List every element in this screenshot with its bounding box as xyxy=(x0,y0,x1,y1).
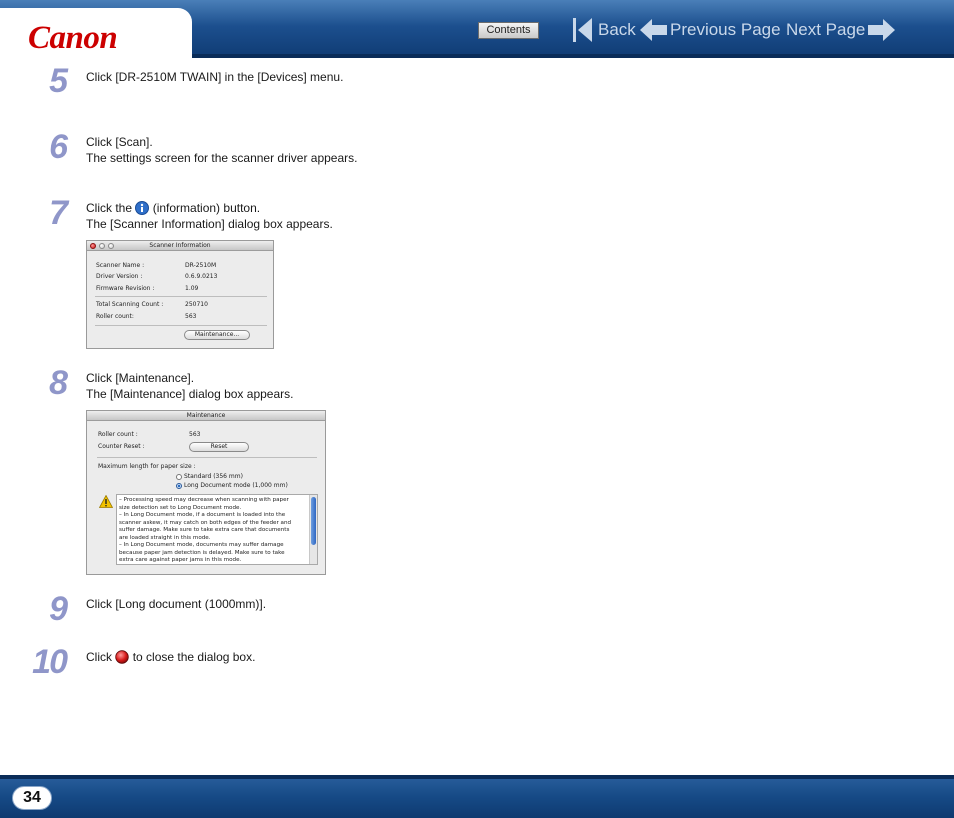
next-arrow-icon xyxy=(868,19,896,41)
info-label: Total Scanning Count : xyxy=(96,301,164,308)
scanner-information-dialog: Scanner Information Scanner Name : DR-25… xyxy=(86,240,274,349)
step-text: Click [Maintenance]. The [Maintenance] d… xyxy=(86,370,293,402)
divider xyxy=(95,325,267,326)
roller-count-label: Roller count : xyxy=(98,431,138,438)
warning-line: size detection set to Long Document mode… xyxy=(119,504,242,511)
standard-radio[interactable]: Standard (356 mm) xyxy=(176,473,243,481)
window-controls xyxy=(90,243,114,249)
step-text: Click the (information) button. The [Sca… xyxy=(86,200,333,232)
warning-line: extra care against paper jams in this mo… xyxy=(119,557,242,563)
step-line-end: (information) button. xyxy=(152,201,261,215)
footer-bar: 34 xyxy=(0,775,954,818)
divider xyxy=(97,457,317,458)
info-value: 1.09 xyxy=(185,285,199,292)
long-document-radio[interactable]: Long Document mode (1,000 mm) xyxy=(176,482,288,490)
next-page-button[interactable]: Next Page xyxy=(786,16,896,44)
back-label: Back xyxy=(598,20,636,39)
close-dot-icon[interactable] xyxy=(90,243,96,249)
canon-logo: Canon xyxy=(28,20,118,56)
step-number: 6 xyxy=(49,128,68,166)
info-icon xyxy=(135,201,150,215)
step-line: The [Maintenance] dialog box appears. xyxy=(86,387,294,401)
back-arrow-icon xyxy=(573,18,592,42)
info-label: Driver Version : xyxy=(96,273,143,280)
page-number: 34 xyxy=(12,786,52,810)
warning-line: because paper jam detection is delayed. … xyxy=(119,549,285,556)
contents-button[interactable]: Contents xyxy=(478,22,539,39)
radio-label: Long Document mode (1,000 mm) xyxy=(184,482,288,489)
step-line: Click [Scan]. xyxy=(86,135,153,149)
info-value: 0.6.9.0213 xyxy=(185,273,218,280)
info-label: Roller count: xyxy=(96,313,134,320)
step-text: Click [DR-2510M TWAIN] in the [Devices] … xyxy=(86,69,343,85)
step-line-start: Click the xyxy=(86,201,133,215)
scroll-thumb[interactable] xyxy=(311,497,316,545)
step-text: Click [Long document (1000mm)]. xyxy=(86,596,266,612)
roller-count-value: 563 xyxy=(189,431,201,438)
info-label: Scanner Name : xyxy=(96,262,145,269)
info-value: 563 xyxy=(185,313,197,320)
step-line: The [Scanner Information] dialog box app… xyxy=(86,217,333,231)
step-text: Click [Scan]. The settings screen for th… xyxy=(86,134,357,166)
warning-line: – In Long Document mode, documents may s… xyxy=(119,542,284,548)
back-button[interactable]: Back xyxy=(572,16,636,44)
info-value: DR-2510M xyxy=(185,262,217,269)
warning-line: are loaded straight in this mode. xyxy=(119,534,211,541)
previous-page-button[interactable]: Previous Page xyxy=(640,16,781,44)
scrollbar[interactable] xyxy=(309,495,317,564)
warning-icon xyxy=(99,495,113,508)
warning-textbox[interactable]: – Processing speed may decrease when sca… xyxy=(116,494,318,565)
info-label: Firmware Revision : xyxy=(96,285,155,292)
reset-button[interactable]: Reset xyxy=(189,442,249,452)
maintenance-dialog: Maintenance Roller count : 563 Counter R… xyxy=(86,410,326,575)
warning-line: – Processing speed may decrease when sca… xyxy=(119,497,289,503)
warning-text: – Processing speed may decrease when sca… xyxy=(119,497,305,565)
header-bar: Canon Contents Back Previous Page Next P… xyxy=(0,0,954,58)
warning-line: scanner askew, it may catch on both edge… xyxy=(119,519,292,526)
minimize-dot-icon[interactable] xyxy=(99,243,105,249)
previous-arrow-icon xyxy=(640,19,667,41)
dialog-title: Scanner Information xyxy=(149,242,211,249)
close-button-icon xyxy=(115,650,130,664)
radio-on xyxy=(176,483,182,489)
radio-label: Standard (356 mm) xyxy=(184,473,243,480)
step-line: Click [Maintenance]. xyxy=(86,371,195,385)
radio-off xyxy=(176,474,182,480)
warning-line: suffer damage. Make sure to take extra c… xyxy=(119,527,290,533)
step-line: Click the (information) button. xyxy=(86,200,333,216)
step-line: Click [Long document (1000mm)]. xyxy=(86,597,267,611)
dialog-title-bar: Scanner Information xyxy=(87,241,273,251)
step-line-start: Click xyxy=(86,650,112,664)
maintenance-button[interactable]: Maintenance... xyxy=(184,330,250,340)
step-line: Click to close the dialog box. xyxy=(86,649,255,665)
zoom-dot-icon[interactable] xyxy=(108,243,114,249)
previous-page-label: Previous Page xyxy=(670,20,781,39)
step-text: Click to close the dialog box. xyxy=(86,649,255,665)
step-number: 7 xyxy=(49,194,68,232)
step-number: 9 xyxy=(49,590,68,628)
next-page-label: Next Page xyxy=(786,20,866,39)
max-length-label: Maximum length for paper size : xyxy=(98,463,196,470)
logo-tab: Canon xyxy=(0,8,192,58)
dialog-title: Maintenance xyxy=(186,412,226,419)
dialog-title-bar: Maintenance xyxy=(87,411,325,421)
step-number: 5 xyxy=(49,62,68,100)
step-number: 8 xyxy=(49,364,68,402)
step-line: The settings screen for the scanner driv… xyxy=(86,151,358,165)
step-line: Click [DR-2510M TWAIN] in the [Devices] … xyxy=(86,70,344,84)
info-value: 250710 xyxy=(185,301,208,308)
step-line-end: to close the dialog box. xyxy=(132,650,256,664)
step-number: 10 xyxy=(32,643,68,681)
divider xyxy=(95,296,267,297)
counter-reset-label: Counter Reset : xyxy=(98,443,145,450)
warning-line: – In Long Document mode, if a document i… xyxy=(119,512,286,518)
